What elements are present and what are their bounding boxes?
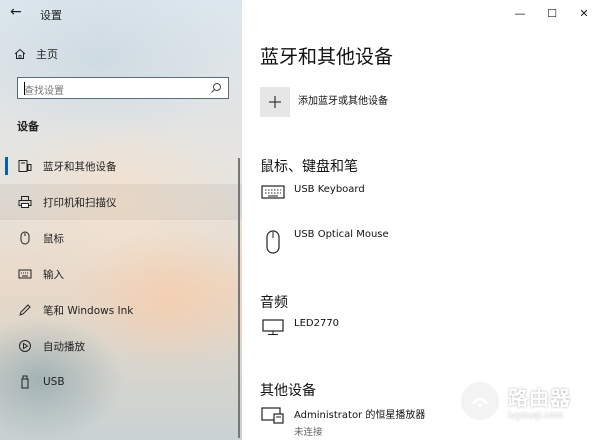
device-led2770[interactable]: LED2770	[260, 318, 339, 336]
main-content: — ☐ ✕ 蓝牙和其他设备 添加蓝牙或其他设备 鼠标、键盘和笔 USB Keyb…	[242, 0, 600, 440]
sidebar-item-printers[interactable]: 打印机和扫描仪	[0, 184, 242, 220]
sidebar-item-label: 蓝牙和其他设备	[43, 160, 117, 173]
back-arrow-icon[interactable]: ←	[10, 4, 22, 20]
router-logo-icon	[458, 379, 502, 423]
device-name: LED2770	[294, 318, 340, 329]
device-usb-keyboard[interactable]: USB Keyboard	[260, 184, 365, 200]
text-caret	[24, 82, 25, 95]
maximize-button[interactable]: ☐	[536, 0, 568, 26]
watermark-url: luyouqi.com	[508, 410, 564, 421]
sidebar-item-label: 笔和 Windows Ink	[43, 304, 134, 317]
page-title: 蓝牙和其他设备	[260, 46, 394, 68]
home-link[interactable]: 主页	[14, 46, 58, 62]
mouse-icon	[17, 231, 33, 245]
media-device-icon	[260, 406, 286, 438]
usb-icon	[17, 375, 33, 389]
bluetooth-devices-icon	[17, 159, 33, 173]
device-stellar-player[interactable]: Administrator 的恒星播放器 未连接	[260, 406, 425, 438]
sidebar-item-label: USB	[43, 376, 65, 388]
section-label-devices: 设备	[17, 120, 39, 133]
title-bar: ← 设置	[0, 0, 242, 26]
sidebar: ← 设置 主页 查找设置 设备 蓝牙和其他设备 打印机和扫描仪 鼠标 输入 笔和…	[0, 0, 242, 440]
sidebar-item-mouse[interactable]: 鼠标	[0, 220, 242, 256]
home-label: 主页	[36, 48, 58, 61]
device-name: USB Optical Mouse	[294, 229, 389, 240]
search-placeholder: 查找设置	[24, 86, 64, 97]
app-title: 设置	[40, 9, 62, 22]
sidebar-item-label: 自动播放	[43, 340, 85, 353]
sidebar-nav: 蓝牙和其他设备 打印机和扫描仪 鼠标 输入 笔和 Windows Ink 自动播…	[0, 148, 242, 400]
section-heading-audio: 音频	[260, 295, 288, 311]
keyboard-icon	[260, 184, 286, 200]
device-name: USB Keyboard	[294, 184, 365, 195]
section-heading-other-devices: 其他设备	[260, 383, 316, 399]
add-device-button[interactable]	[260, 87, 290, 117]
monitor-icon	[260, 318, 286, 336]
sidebar-scrollbar[interactable]	[238, 158, 240, 438]
autoplay-icon	[17, 339, 33, 353]
sidebar-item-autoplay[interactable]: 自动播放	[0, 328, 242, 364]
sidebar-item-label: 输入	[43, 268, 64, 281]
search-input[interactable]: 查找设置	[17, 77, 229, 99]
home-icon	[14, 48, 26, 59]
add-device-label[interactable]: 添加蓝牙或其他设备	[298, 92, 388, 107]
sidebar-item-pen[interactable]: 笔和 Windows Ink	[0, 292, 242, 328]
plus-icon	[269, 96, 281, 108]
watermark-text: 路由器	[508, 385, 571, 410]
mouse-icon	[260, 229, 286, 255]
sidebar-item-label: 鼠标	[43, 232, 64, 245]
section-heading-input-devices: 鼠标、键盘和笔	[260, 159, 358, 175]
window-controls: — ☐ ✕	[504, 0, 600, 26]
minimize-button[interactable]: —	[504, 0, 536, 26]
device-name: Administrator 的恒星播放器	[294, 410, 426, 421]
sidebar-item-typing[interactable]: 输入	[0, 256, 242, 292]
device-status: 未连接	[294, 427, 323, 438]
sidebar-item-usb[interactable]: USB	[0, 364, 242, 400]
search-icon[interactable]	[210, 82, 222, 94]
keyboard-icon	[17, 268, 33, 280]
sidebar-item-bluetooth[interactable]: 蓝牙和其他设备	[0, 148, 242, 184]
pen-icon	[17, 303, 33, 317]
watermark: 路由器 luyouqi.com	[458, 376, 598, 426]
device-usb-optical-mouse[interactable]: USB Optical Mouse	[260, 229, 389, 255]
sidebar-item-label: 打印机和扫描仪	[43, 196, 117, 209]
printer-icon	[17, 195, 33, 209]
close-button[interactable]: ✕	[568, 0, 600, 26]
